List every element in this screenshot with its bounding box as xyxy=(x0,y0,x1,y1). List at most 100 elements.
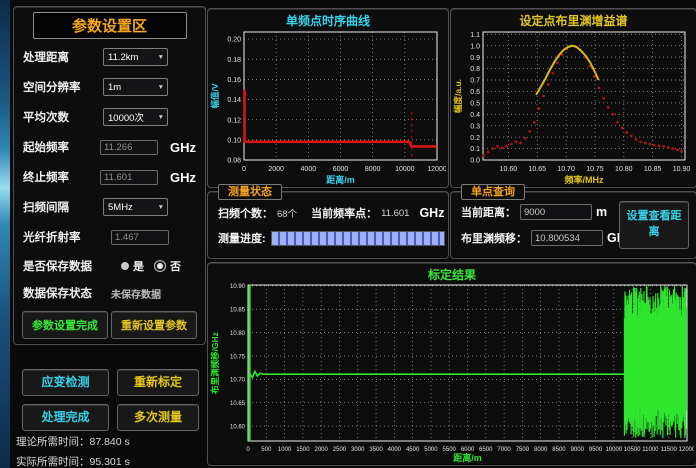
svg-text:10.70: 10.70 xyxy=(230,378,246,384)
field-label: 空间分辨率 xyxy=(23,79,103,95)
svg-text:10.80: 10.80 xyxy=(230,331,246,337)
average-count-dropdown[interactable]: 10000次 ▼ xyxy=(103,108,168,126)
field-label: 终止频率 xyxy=(23,169,100,185)
svg-text:0.6: 0.6 xyxy=(470,89,480,96)
params-field-rows: 处理距离 11.2km ▼ 空间分辨率 1m ▼ 平均次数 10000次 ▼ xyxy=(14,42,205,306)
svg-text:12000: 12000 xyxy=(679,447,694,453)
svg-text:10.60: 10.60 xyxy=(500,166,518,173)
svg-text:0.0: 0.0 xyxy=(470,158,480,165)
svg-text:10.65: 10.65 xyxy=(230,401,246,407)
processing-distance-dropdown[interactable]: 11.2km ▼ xyxy=(103,48,168,66)
svg-text:0.5: 0.5 xyxy=(470,101,480,108)
svg-text:10.70: 10.70 xyxy=(557,166,575,173)
brillouin-shift-label: 布里渊频移： xyxy=(461,230,527,246)
svg-text:7500: 7500 xyxy=(516,447,530,453)
calibration-result-panel: 标定结果 05001000150020002500300035004000450… xyxy=(207,262,696,466)
unit-label: GHz xyxy=(170,170,196,185)
svg-text:0.18: 0.18 xyxy=(227,57,241,64)
dropdown-value: 10000次 xyxy=(108,110,158,124)
chevron-down-icon: ▼ xyxy=(158,114,164,121)
stop-frequency-input[interactable] xyxy=(100,170,158,185)
measure-progress-bar xyxy=(271,231,445,246)
svg-text:10.85: 10.85 xyxy=(644,166,662,173)
svg-text:0.1: 0.1 xyxy=(470,146,480,153)
svg-text:0.10: 0.10 xyxy=(227,138,241,145)
desktop-background-strip xyxy=(0,0,10,468)
distance-unit: m xyxy=(596,205,607,219)
dropdown-value: 11.2km xyxy=(108,52,158,63)
svg-text:10000: 10000 xyxy=(395,166,415,173)
set-view-distance-button[interactable]: 设置查看距离 xyxy=(619,201,689,249)
brillouin-shift-input[interactable] xyxy=(531,230,603,246)
svg-text:布里渊频移/GHz: 布里渊频移/GHz xyxy=(210,332,220,395)
svg-text:5000: 5000 xyxy=(424,447,438,453)
svg-text:距离/m: 距离/m xyxy=(453,452,482,463)
process-done-button[interactable]: 处理完成 xyxy=(22,404,109,431)
param-row-start-frequency: 起始频率 GHz xyxy=(23,132,196,162)
theory-time-label: 理论所需时间： xyxy=(16,436,90,448)
params-reset-button[interactable]: 重新设置参数 xyxy=(111,311,197,339)
svg-text:0.3: 0.3 xyxy=(470,123,480,130)
svg-text:10.85: 10.85 xyxy=(230,308,246,314)
svg-text:500: 500 xyxy=(261,447,272,453)
app-window: 参数设置区 处理距离 11.2km ▼ 空间分辨率 1m ▼ 平均次数 10 xyxy=(0,0,696,468)
save-yes-radio[interactable]: 是 xyxy=(121,258,144,274)
point-query-panel: 单点查询 当前距离： m 布里渊频移： GHz 设置查看距离 xyxy=(450,191,696,259)
theory-time-value: 87.840 s xyxy=(90,436,130,448)
svg-text:10500: 10500 xyxy=(624,447,641,453)
param-row-processing-distance: 处理距离 11.2km ▼ xyxy=(23,42,196,72)
svg-text:0.12: 0.12 xyxy=(227,117,241,124)
current-distance-input[interactable] xyxy=(520,204,592,220)
svg-text:8000: 8000 xyxy=(534,447,548,453)
save-no-radio[interactable]: 否 xyxy=(154,258,181,274)
sweep-count-row: 扫频个数： 68个 当前频率点： 11.601 GHz xyxy=(218,205,444,221)
svg-text:1.0: 1.0 xyxy=(470,43,480,50)
current-freq-unit: GHz xyxy=(419,206,444,220)
multi-measure-button[interactable]: 多次测量 xyxy=(117,404,199,431)
actual-time-value: 95.301 s xyxy=(90,456,130,468)
radio-label: 否 xyxy=(170,258,181,274)
params-buttons-row: 参数设置完成 重新设置参数 xyxy=(14,306,205,339)
svg-text:2000: 2000 xyxy=(268,166,284,173)
sweep-interval-dropdown[interactable]: 5MHz ▼ xyxy=(103,198,168,216)
svg-text:0.7: 0.7 xyxy=(470,78,480,85)
svg-text:幅度/a.u.: 幅度/a.u. xyxy=(453,79,463,113)
svg-text:幅值/V: 幅值/V xyxy=(210,83,220,108)
svg-text:1000: 1000 xyxy=(278,447,292,453)
svg-text:4000: 4000 xyxy=(388,447,402,453)
actual-time-row: 实际所需时间：95.301 s xyxy=(16,454,130,468)
strain-detect-button[interactable]: 应变检测 xyxy=(22,369,109,396)
save-status-value: 未保存数据 xyxy=(111,286,161,301)
svg-text:0.20: 0.20 xyxy=(227,37,241,44)
svg-text:0.16: 0.16 xyxy=(227,77,241,84)
measure-status-panel: 测量状态 扫频个数： 68个 当前频率点： 11.601 GHz 测量进度: xyxy=(207,191,449,259)
svg-text:10000: 10000 xyxy=(605,447,622,453)
recalibrate-button[interactable]: 重新标定 xyxy=(117,369,199,396)
svg-text:0: 0 xyxy=(246,447,250,453)
dropdown-value: 5MHz xyxy=(108,202,158,213)
svg-text:10.75: 10.75 xyxy=(586,166,604,173)
svg-text:3000: 3000 xyxy=(351,447,365,453)
svg-text:4500: 4500 xyxy=(406,447,420,453)
svg-text:0.14: 0.14 xyxy=(227,97,241,104)
chevron-down-icon: ▼ xyxy=(158,84,164,91)
svg-text:11500: 11500 xyxy=(661,447,678,453)
svg-text:0.2: 0.2 xyxy=(470,135,480,142)
svg-text:10.90: 10.90 xyxy=(230,284,246,290)
unit-label: GHz xyxy=(170,140,196,155)
gain-spectrum-panel: 设定点布里渊增益谱 10.6010.6510.7010.7510.8010.85… xyxy=(450,8,696,188)
field-label: 光纤折射率 xyxy=(23,229,111,245)
spatial-resolution-dropdown[interactable]: 1m ▼ xyxy=(103,78,168,96)
svg-text:10.60: 10.60 xyxy=(230,424,246,430)
refractive-index-input[interactable] xyxy=(111,230,169,245)
svg-text:0.08: 0.08 xyxy=(227,158,241,165)
current-distance-label: 当前距离： xyxy=(461,204,516,220)
start-frequency-input[interactable] xyxy=(100,140,158,155)
params-done-button[interactable]: 参数设置完成 xyxy=(22,311,108,339)
radio-label: 是 xyxy=(133,258,144,274)
svg-text:10.80: 10.80 xyxy=(615,166,633,173)
field-label: 扫频间隔 xyxy=(23,199,103,215)
current-freq-value: 11.601 xyxy=(381,208,409,219)
brillouin-shift-row: 布里渊频移： GHz xyxy=(461,230,632,246)
field-label: 处理距离 xyxy=(23,49,103,65)
